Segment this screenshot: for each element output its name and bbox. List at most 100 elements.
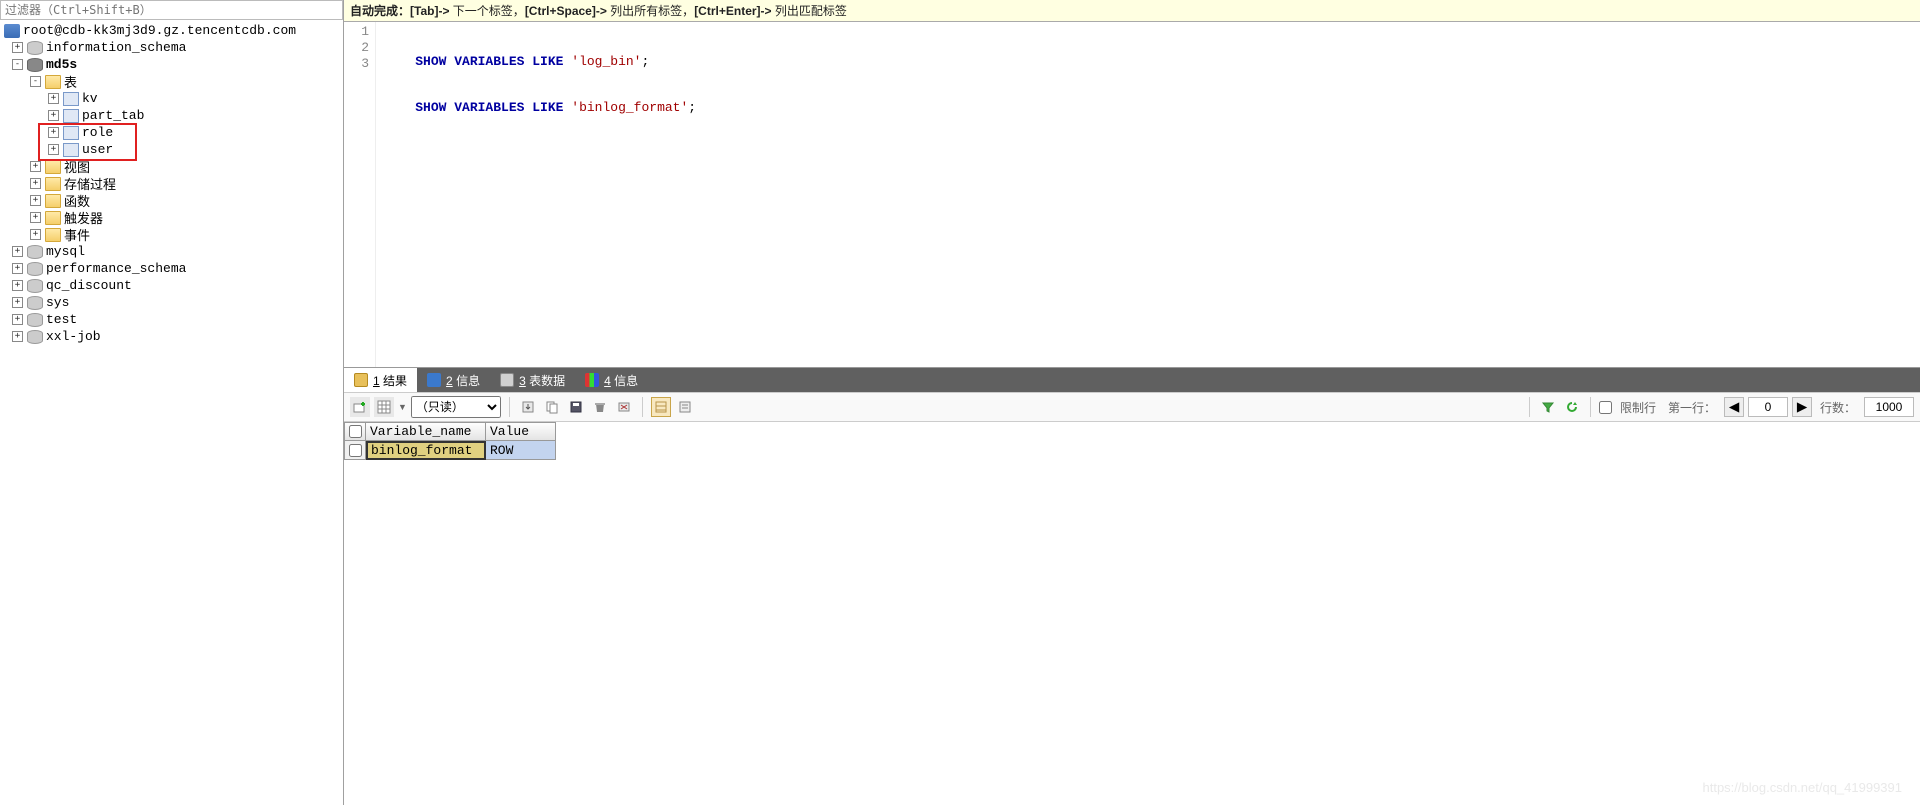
expand-icon[interactable]: +	[30, 212, 41, 223]
result-grid[interactable]: Variable_name Value binlog_format ROW	[344, 422, 1920, 460]
add-row-button[interactable]	[350, 397, 370, 417]
select-all-checkbox[interactable]	[349, 425, 362, 438]
expand-icon[interactable]: +	[48, 144, 59, 155]
folder-icon	[45, 75, 61, 89]
tab-info2[interactable]: 4 信息	[575, 368, 648, 392]
cell-value[interactable]: ROW	[486, 441, 556, 460]
collapse-icon[interactable]: -	[12, 59, 23, 70]
database-icon	[27, 245, 43, 259]
expand-icon[interactable]: +	[12, 280, 23, 291]
limit-label: 限制行	[1620, 399, 1656, 416]
tab-result[interactable]: 1 结果	[344, 368, 417, 392]
table-icon	[63, 126, 79, 140]
tree-db[interactable]: +performance_schema	[0, 260, 343, 277]
grid-header: Variable_name Value	[344, 422, 1920, 441]
main: 自动完成：[Tab]-> 下一个标签，[Ctrl+Space]-> 列出所有标签…	[344, 0, 1920, 805]
expand-icon[interactable]: +	[12, 246, 23, 257]
expand-icon[interactable]: +	[12, 42, 23, 53]
table-icon	[63, 109, 79, 123]
col-value[interactable]: Value	[486, 422, 556, 441]
chart-icon	[585, 373, 599, 387]
tree-db[interactable]: +information_schema	[0, 39, 343, 56]
tree-table-user[interactable]: +user	[0, 141, 343, 158]
expand-icon[interactable]: +	[30, 178, 41, 189]
folder-icon	[45, 194, 61, 208]
tab-info[interactable]: 2 信息	[417, 368, 490, 392]
code-area[interactable]: SHOW VARIABLES LIKE 'log_bin'; SHOW VARI…	[376, 22, 1920, 367]
object-tree[interactable]: root@cdb-kk3mj3d9.gz.tencentcdb.com +inf…	[0, 20, 343, 805]
export-button[interactable]	[518, 397, 538, 417]
tree-db[interactable]: +mysql	[0, 243, 343, 260]
folder-icon	[45, 211, 61, 225]
filter-input[interactable]	[0, 0, 343, 20]
tree-db[interactable]: +test	[0, 311, 343, 328]
tree-folder-events[interactable]: +事件	[0, 226, 343, 243]
highlight-box: +role +user	[0, 124, 343, 158]
first-row-label: 第一行：	[1668, 399, 1716, 416]
expand-icon[interactable]: +	[30, 195, 41, 206]
next-page-button[interactable]: ▶	[1792, 397, 1812, 417]
prev-page-button[interactable]: ◀	[1724, 397, 1744, 417]
refresh-button[interactable]	[1562, 397, 1582, 417]
sql-editor[interactable]: 1 2 3 SHOW VARIABLES LIKE 'log_bin'; SHO…	[344, 22, 1920, 368]
filter-button[interactable]	[1538, 397, 1558, 417]
col-variable-name[interactable]: Variable_name	[366, 422, 486, 441]
expand-icon[interactable]: +	[30, 161, 41, 172]
database-icon	[27, 262, 43, 276]
delete-button[interactable]	[590, 397, 610, 417]
tree-folder-tables[interactable]: -表	[0, 73, 343, 90]
limit-rows-checkbox[interactable]	[1599, 401, 1612, 414]
expand-icon[interactable]: +	[12, 314, 23, 325]
row-checkbox[interactable]	[349, 444, 362, 457]
expand-icon[interactable]: +	[48, 127, 59, 138]
grid-icon	[354, 373, 368, 387]
tree-db-active[interactable]: -md5s	[0, 56, 343, 73]
database-icon	[27, 279, 43, 293]
tree-folder-triggers[interactable]: +触发器	[0, 209, 343, 226]
view-form-button[interactable]	[675, 397, 695, 417]
cell-variable-name[interactable]: binlog_format	[366, 441, 486, 460]
expand-icon[interactable]: +	[12, 263, 23, 274]
rows-label: 行数：	[1820, 399, 1856, 416]
tree-db[interactable]: +qc_discount	[0, 277, 343, 294]
tab-tabledata[interactable]: 3 表数据	[490, 368, 575, 392]
info-icon	[427, 373, 441, 387]
expand-icon[interactable]: +	[12, 331, 23, 342]
copy-button[interactable]	[542, 397, 562, 417]
cancel-button[interactable]	[614, 397, 634, 417]
expand-icon[interactable]: +	[12, 297, 23, 308]
tree-folder-funcs[interactable]: +函数	[0, 192, 343, 209]
folder-icon	[45, 160, 61, 174]
edit-mode-select[interactable]: （只读）	[411, 396, 501, 418]
result-empty-area	[344, 460, 1920, 805]
expand-icon[interactable]: +	[30, 229, 41, 240]
save-button[interactable]	[566, 397, 586, 417]
tree-db[interactable]: +xxl-job	[0, 328, 343, 345]
tree-table-role[interactable]: +role	[0, 124, 343, 141]
table-icon	[63, 92, 79, 106]
rows-input[interactable]	[1864, 397, 1914, 417]
tree-table[interactable]: +part_tab	[0, 107, 343, 124]
database-icon	[27, 41, 43, 55]
tree-folder-procs[interactable]: +存储过程	[0, 175, 343, 192]
first-row-input[interactable]	[1748, 397, 1788, 417]
table-icon	[63, 143, 79, 157]
folder-icon	[45, 177, 61, 191]
database-icon	[27, 58, 43, 72]
expand-icon[interactable]: +	[48, 93, 59, 104]
tree-table[interactable]: +kv	[0, 90, 343, 107]
expand-icon[interactable]: +	[48, 110, 59, 121]
grid-view-button[interactable]	[374, 397, 394, 417]
collapse-icon[interactable]: -	[30, 76, 41, 87]
server-icon	[4, 24, 20, 38]
tree-server[interactable]: root@cdb-kk3mj3d9.gz.tencentcdb.com	[0, 22, 343, 39]
folder-icon	[45, 228, 61, 242]
result-toolbar: ▼ （只读） 限制行 第一行： ◀ ▶ 行数：	[344, 392, 1920, 422]
grid-row[interactable]: binlog_format ROW	[344, 441, 1920, 460]
sidebar: root@cdb-kk3mj3d9.gz.tencentcdb.com +inf…	[0, 0, 344, 805]
tree-folder-views[interactable]: +视图	[0, 158, 343, 175]
view-grid-button[interactable]	[651, 397, 671, 417]
tree-db[interactable]: +sys	[0, 294, 343, 311]
line-gutter: 1 2 3	[344, 22, 376, 367]
autocomplete-hint: 自动完成：[Tab]-> 下一个标签，[Ctrl+Space]-> 列出所有标签…	[344, 0, 1920, 22]
